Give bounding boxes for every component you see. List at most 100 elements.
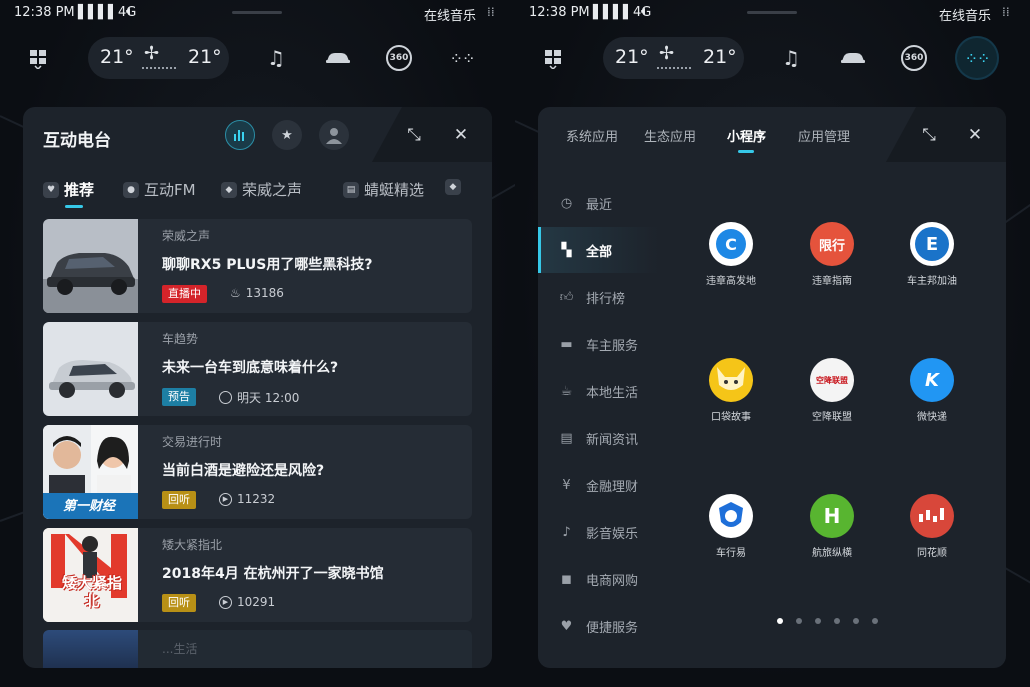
tab-mini-programs[interactable]: 小程序 bbox=[727, 126, 766, 153]
top-bar: 21° ✢ 21° ♫ 360 ⁘⁘ bbox=[0, 32, 515, 84]
left-temperature[interactable]: 21° bbox=[615, 46, 649, 68]
app-label: 微快递 bbox=[917, 412, 947, 423]
radio-card-partial[interactable]: ...生活 bbox=[43, 630, 472, 668]
yen-icon: ¥ bbox=[562, 477, 571, 493]
online-music-label[interactable]: 在线音乐 bbox=[939, 5, 991, 24]
more-menu-icon[interactable]: ⁞⁞ bbox=[487, 5, 495, 19]
app-fuel-service[interactable]: E 车主邦加油 bbox=[887, 222, 977, 287]
minimize-icon[interactable]: ⤡ bbox=[915, 121, 943, 149]
radio-card[interactable]: 矮大紧指北 矮大紧指北 2018年4月 在杭州开了一家晓书馆 回听 ▶ 1029… bbox=[43, 528, 472, 622]
radio-card[interactable]: 车趋势 未来一台车到底意味着什么? 预告 明天 12:00 bbox=[43, 322, 472, 416]
right-screen: 12:38 PM ▌▌▌▌4G 🔈︎ 在线音乐 ⁞⁞ 21° ✢ 21° ♫ 3… bbox=[515, 0, 1030, 687]
radio-icon: ▤ bbox=[343, 181, 359, 198]
app-tonghuashun[interactable]: 同花顺 bbox=[887, 494, 977, 559]
page-dot[interactable] bbox=[796, 618, 802, 624]
app-traffic-guide[interactable]: 限行 违章指南 bbox=[787, 222, 877, 287]
grid-icon: ▚ bbox=[561, 242, 572, 258]
tab-recommend[interactable]: ♥ 推荐 bbox=[43, 179, 94, 208]
app-pocket-story[interactable]: 口袋故事 bbox=[686, 358, 776, 423]
status-badge: 回听 bbox=[162, 491, 196, 509]
category-finance[interactable]: ¥ 金融理财 bbox=[538, 462, 658, 508]
user-avatar-icon[interactable] bbox=[319, 120, 349, 150]
radio-card[interactable]: 第一财经 交易进行时 当前白酒是避险还是风险? 回听 ▶ 11232 bbox=[43, 425, 472, 519]
tab-ecosystem-apps[interactable]: 生态应用 bbox=[644, 126, 696, 145]
show-poster-thumbnail: 矮大紧指北 bbox=[43, 528, 138, 622]
top-bar: 21° ✢ 21° ♫ 360 ⁘⁘ bbox=[515, 32, 1030, 84]
windows-icon[interactable] bbox=[539, 45, 567, 73]
hosts-thumbnail: 第一财经 bbox=[43, 425, 138, 519]
close-icon[interactable]: ✕ bbox=[961, 121, 989, 149]
app-icon: 限行 bbox=[810, 222, 854, 266]
page-dot[interactable] bbox=[872, 618, 878, 624]
tab-roewe-voice[interactable]: ◆ 荣威之声 bbox=[221, 179, 302, 200]
apps-grid-icon[interactable]: ⁘⁘ bbox=[448, 44, 476, 72]
card-thumbnail bbox=[43, 630, 138, 668]
equalizer-icon[interactable] bbox=[225, 120, 255, 150]
thumb-show-text: 矮大紧指北 bbox=[61, 574, 122, 610]
category-news[interactable]: ▤ 新闻资讯 bbox=[538, 415, 658, 461]
tab-app-management[interactable]: 应用管理 bbox=[798, 126, 850, 145]
fan-icon[interactable]: ✢ bbox=[144, 43, 159, 64]
category-car-services[interactable]: ▬ 车主服务 bbox=[538, 321, 658, 367]
tab-label: 蜻蜓精选 bbox=[364, 181, 425, 199]
category-shopping[interactable]: ◼ 电商网购 bbox=[538, 556, 658, 602]
view-360-icon[interactable]: 360 bbox=[386, 45, 412, 71]
app-hanglv-zongheng[interactable]: H 航旅纵横 bbox=[787, 494, 877, 559]
category-convenience[interactable]: ♥ 便捷服务 bbox=[538, 603, 658, 649]
app-chexingyi[interactable]: 车行易 bbox=[686, 494, 776, 559]
view-360-icon[interactable]: 360 bbox=[901, 45, 927, 71]
app-violation-hotspots[interactable]: C 违章高发地 bbox=[686, 222, 776, 287]
clock-icon: ◷ bbox=[560, 195, 573, 211]
tab-system-apps[interactable]: 系统应用 bbox=[566, 126, 618, 145]
climate-control[interactable]: 21° ✢ 21° bbox=[603, 37, 744, 79]
card-meta: 明天 12:00 bbox=[219, 389, 299, 406]
category-ranking[interactable]: 👍︎ 排行榜 bbox=[538, 274, 658, 320]
schedule-time: 明天 12:00 bbox=[237, 391, 300, 405]
page-dot[interactable] bbox=[853, 618, 859, 624]
category-entertainment[interactable]: ♪ 影音娱乐 bbox=[538, 509, 658, 555]
car-icon[interactable] bbox=[323, 44, 353, 72]
app-label: 车行易 bbox=[716, 548, 746, 559]
close-icon[interactable]: ✕ bbox=[447, 121, 475, 149]
tab-more-icon[interactable]: ◆ bbox=[445, 179, 461, 195]
climate-control[interactable]: 21° ✢ 21° bbox=[88, 37, 229, 79]
drag-handle[interactable] bbox=[747, 11, 797, 14]
app-airborne-alliance[interactable]: 空降联盟 空降联盟 bbox=[787, 358, 877, 423]
category-local-life[interactable]: ☕︎ 本地生活 bbox=[538, 368, 658, 414]
fan-icon[interactable]: ✢ bbox=[659, 43, 674, 64]
app-micro-express[interactable]: K 微快递 bbox=[887, 358, 977, 423]
left-temperature[interactable]: 21° bbox=[100, 46, 134, 68]
online-music-label[interactable]: 在线音乐 bbox=[424, 5, 476, 24]
roewe-logo-icon: ◆ bbox=[445, 179, 461, 195]
windows-icon[interactable] bbox=[24, 45, 52, 73]
app-icon bbox=[910, 494, 954, 538]
right-temperature[interactable]: 21° bbox=[703, 46, 737, 68]
favorites-folder-icon[interactable]: ★ bbox=[272, 120, 302, 150]
right-temperature[interactable]: 21° bbox=[188, 46, 222, 68]
alarm-clock-icon bbox=[219, 391, 232, 404]
page-dot[interactable] bbox=[815, 618, 821, 624]
app-label: 同花顺 bbox=[917, 548, 947, 559]
drag-handle[interactable] bbox=[232, 11, 282, 14]
minimize-icon[interactable]: ⤡ bbox=[400, 121, 428, 149]
music-note-icon[interactable]: ♫ bbox=[262, 44, 290, 72]
tab-underline bbox=[65, 205, 83, 208]
tab-qingting[interactable]: ▤ 蜻蜓精选 bbox=[343, 179, 424, 200]
radio-card[interactable]: 荣威之声 聊聊RX5 PLUS用了哪些黑科技? 直播中 ♨ 13186 bbox=[43, 219, 472, 313]
play-count: 11232 bbox=[237, 492, 276, 506]
more-menu-icon[interactable]: ⁞⁞ bbox=[1002, 5, 1010, 19]
fan-level-indicator bbox=[142, 67, 176, 69]
page-dot[interactable] bbox=[834, 618, 840, 624]
e-logo-icon: E bbox=[915, 227, 949, 261]
page-dot[interactable] bbox=[777, 618, 783, 624]
volume-icon[interactable]: 🔈︎ bbox=[641, 4, 649, 19]
apps-grid-icon[interactable]: ⁘⁘ bbox=[955, 36, 999, 80]
tab-interactive-fm[interactable]: ● 互动FM bbox=[123, 179, 196, 200]
category-recent[interactable]: ◷ 最近 bbox=[538, 180, 658, 226]
volume-icon[interactable]: 🔈︎ bbox=[126, 4, 134, 19]
music-note-icon[interactable]: ♫ bbox=[777, 44, 805, 72]
category-all[interactable]: ▚ 全部 bbox=[538, 227, 658, 273]
car-icon[interactable] bbox=[838, 44, 868, 72]
book-icon: ▤ bbox=[560, 430, 573, 446]
candlestick-icon bbox=[919, 508, 944, 522]
